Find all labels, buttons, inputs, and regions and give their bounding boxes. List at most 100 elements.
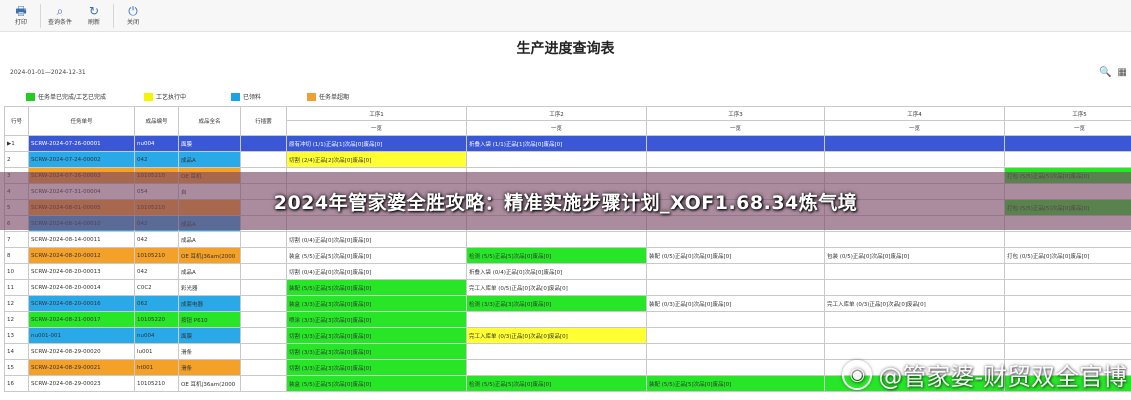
table-row[interactable]: 7 SCRW-2024-08-14-00011 042 成品A 切割 (0/4)正品[0… — [4, 231, 1131, 248]
cell-product-code: nu004 — [134, 135, 179, 152]
table-row[interactable]: 13 nu001-001 nu004 面膜 切割 (3/3)正品[3]次品[0]废品[0… — [4, 327, 1131, 344]
table-row[interactable]: 12 SCRW-2024-08-21-00017 10105220 按钮 P610 喷涂… — [4, 311, 1131, 328]
page-title: 生产进度查询表 — [516, 41, 615, 57]
cell-process-4: 完工入库单 (0/3)正品[0]次品[0]废品[0] — [824, 295, 1005, 312]
cell-product-code: 10105210 — [134, 167, 179, 184]
cell-task-no: SCRW-2024-07-26-00003 — [28, 167, 135, 184]
header-overview: 一览 — [466, 120, 647, 136]
cell-task-no: SCRW-2024-08-29-00021 — [28, 359, 135, 376]
table-row[interactable]: 5 SCRW-2024-08-01-00005 10105210 打包 (5/5)正品… — [4, 199, 1131, 216]
grid-icon[interactable]: ▦ — [1118, 67, 1127, 78]
cell-index: 6 — [4, 215, 29, 232]
refresh-button[interactable]: ↻ 刷新 — [77, 0, 111, 32]
table-row[interactable]: 4 SCRW-2024-07-31-00004 054 自 — [4, 183, 1131, 200]
cell-process-3 — [646, 311, 825, 328]
header-overview: 一览 — [646, 120, 825, 136]
cell-process-4 — [824, 263, 1005, 280]
cell-product-name: 滑条 — [178, 359, 241, 376]
table-row[interactable]: 3 SCRW-2024-07-26-00003 10105210 OE 耳机 打包 (5… — [4, 167, 1131, 184]
table-row[interactable]: 6 SCRW-2024-08-14-00010 042 成品A — [4, 215, 1131, 232]
cell-task-no: SCRW-2024-08-29-00020 — [28, 343, 135, 360]
cell-index: 12 — [4, 295, 29, 312]
cell-process-1 — [286, 215, 467, 232]
cell-task-no: SCRW-2024-08-20-00013 — [28, 263, 135, 280]
table-row[interactable]: 2 SCRW-2024-07-24-00002 042 成品A 切割 (2/4)正品[2… — [4, 151, 1131, 168]
cell-product-name: 成品A — [178, 263, 241, 280]
cell-process-3 — [646, 359, 825, 376]
cell-process-4 — [824, 279, 1005, 296]
cell-index: 10 — [4, 263, 29, 280]
legend-item-in-progress: 工艺执行中 — [144, 92, 231, 101]
cell-process-2 — [466, 311, 647, 328]
table-row[interactable]: 12 SCRW-2024-08-20-00016 062 成套电器 装盒 (3/3)正品… — [4, 295, 1131, 312]
cell-process-5 — [1004, 183, 1131, 200]
corner-tools: 🔍 ▦ — [1099, 67, 1127, 78]
print-button[interactable]: 🖶 打印 — [4, 0, 38, 32]
cell-process-3: 装配 (5/5)正品[5]次品[0]废品[0] — [646, 375, 825, 392]
watermark-text: @管家婆-财贸双全官博 — [878, 363, 1127, 391]
cell-index: ▶1 — [4, 135, 29, 152]
cell-process-1: 切割 (0/4)正品[0]次品[0]废品[0] — [286, 231, 467, 248]
date-range: 2024-01-01—2024-12-31 — [10, 69, 86, 76]
query-condition-button[interactable]: ⌕ 查询条件 — [43, 0, 77, 32]
cell-product-name: OE 耳机|36am(2000 — [178, 247, 241, 264]
cell-process-1: 切割 (3/3)正品[3]次品[0]废品[0] — [286, 343, 467, 360]
header-product-code: 成品编号 — [134, 106, 179, 136]
cell-index: 11 — [4, 279, 29, 296]
cell-product-code: 10105220 — [134, 311, 179, 328]
cell-process-2 — [466, 183, 647, 200]
cell-process-5: 打包 (5/5)正品[5]次品[0]废品[0] — [1004, 199, 1131, 216]
progress-table: 行号 任务单号 成品编号 成品全名 行插罢 工序1 工序2 工序3 工序4 工序… — [4, 106, 1131, 392]
cell-process-2: 检测 (5/5)正品[5]次品[0]废品[0] — [466, 247, 647, 264]
cell-bom — [240, 295, 287, 312]
cell-process-4 — [824, 231, 1005, 248]
header-process-1: 工序1 — [286, 106, 467, 121]
cell-product-code: 042 — [134, 263, 179, 280]
cell-bom — [240, 327, 287, 344]
table-row[interactable]: 8 SCRW-2024-08-20-00012 10105210 OE 耳机|36am… — [4, 247, 1131, 264]
refresh-icon: ↻ — [88, 4, 100, 18]
cell-index: 16 — [4, 375, 29, 392]
cell-process-4 — [824, 327, 1005, 344]
cell-process-4 — [824, 135, 1005, 152]
cell-product-code: 054 — [134, 183, 179, 200]
cell-bom — [240, 247, 287, 264]
cell-process-2 — [466, 199, 647, 216]
cell-product-code: ht001 — [134, 359, 179, 376]
cell-product-name: OE 耳机 — [178, 167, 241, 184]
cell-product-name: OE 耳机|36am(2000 — [178, 375, 241, 392]
cell-bom — [240, 135, 287, 152]
legend: 任务单已完成/工艺已完成 工艺执行中 已领料 任务单超期 — [26, 92, 349, 101]
zoom-icon[interactable]: 🔍 — [1099, 67, 1111, 78]
cell-bom — [240, 183, 287, 200]
cell-process-3 — [646, 231, 825, 248]
cell-product-name: 成套电器 — [178, 295, 241, 312]
cell-task-no: SCRW-2024-07-31-00004 — [28, 183, 135, 200]
cell-product-name — [178, 199, 241, 216]
table-row[interactable]: 11 SCRW-2024-08-20-00014 C0C2 彩光器 装配 (5/5)正品… — [4, 279, 1131, 296]
cell-index: 7 — [4, 231, 29, 248]
cell-bom — [240, 215, 287, 232]
cell-index: 8 — [4, 247, 29, 264]
table-body: ▶1 SCRW-2024-07-26-00001 nu004 面膜 原有冲切 (1/1)… — [4, 135, 1131, 392]
cell-bom — [240, 359, 287, 376]
cell-process-2: 折叠入袋 (1/1)正品[1]次品[0]废品[0] — [466, 135, 647, 152]
cell-bom — [240, 279, 287, 296]
cell-product-code: 10105210 — [134, 375, 179, 392]
header-index: 行号 — [4, 106, 29, 136]
cell-process-2 — [466, 231, 647, 248]
cell-product-name: 彩光器 — [178, 279, 241, 296]
legend-item-picked: 已领料 — [231, 92, 307, 101]
cell-process-3 — [646, 279, 825, 296]
table-row[interactable]: ▶1 SCRW-2024-07-26-00001 nu004 面膜 原有冲切 (1/1)… — [4, 135, 1131, 152]
progress-table-wrap[interactable]: 行号 任务单号 成品编号 成品全名 行插罢 工序1 工序2 工序3 工序4 工序… — [4, 106, 1131, 400]
cell-product-code: 10105210 — [134, 199, 179, 216]
close-button[interactable]: ⏻ 关闭 — [116, 0, 150, 32]
table-row[interactable]: 10 SCRW-2024-08-20-00013 042 成品A 切割 (0/4)正品[… — [4, 263, 1131, 280]
legend-item-overdue: 任务单超期 — [307, 92, 349, 101]
cell-process-5 — [1004, 135, 1131, 152]
cell-process-4 — [824, 167, 1005, 184]
cell-process-4: 包装 (0/5)正品[0]次品[0]废品[0] — [824, 247, 1005, 264]
header-task-no: 任务单号 — [28, 106, 135, 136]
cell-task-no: SCRW-2024-08-14-00011 — [28, 231, 135, 248]
